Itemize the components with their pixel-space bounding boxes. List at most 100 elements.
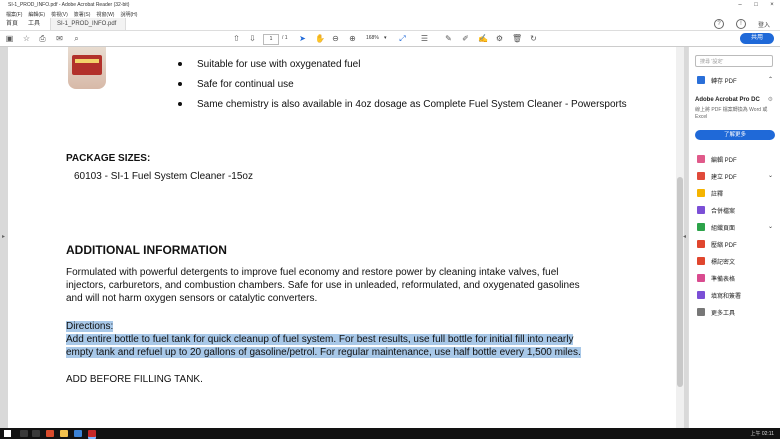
select-cursor-icon[interactable]: ➤ — [298, 34, 307, 43]
tool-label: 註釋 — [711, 191, 724, 198]
page-up-icon[interactable]: ⇧ — [232, 34, 241, 43]
bullet-item-3: Same chemistry is also available in 4oz … — [178, 99, 627, 110]
organize-expand-icon[interactable]: ⌄ — [768, 223, 773, 230]
pdf-page: Suitable for use with oxygenated fuel Sa… — [8, 47, 676, 428]
package-item: 60103 - SI-1 Fuel System Cleaner -15oz — [74, 171, 253, 182]
mail-icon[interactable]: ✉ — [55, 34, 64, 43]
task-view-icon[interactable] — [32, 430, 40, 437]
left-panel-toggle-icon[interactable]: ▸ — [2, 233, 5, 240]
help-icon[interactable]: ? — [713, 19, 724, 29]
directions-label: Directions: — [66, 320, 114, 333]
right-panel-toggle-icon[interactable]: ◂ — [683, 233, 686, 240]
bullet-item-1: Suitable for use with oxygenated fuel — [178, 59, 360, 70]
zoom-in-icon[interactable]: ⊕ — [348, 34, 357, 43]
scroll-mode-icon[interactable]: ☰ — [420, 34, 429, 43]
close-window-button[interactable]: × — [764, 0, 780, 10]
menu-sign[interactable]: 簽署(S) — [74, 11, 91, 18]
promo-description: 線上將 PDF 檔案轉換為 Word 或 Excel — [695, 107, 768, 120]
comment-icon[interactable]: ✎ — [444, 34, 453, 43]
more-tools-icon — [697, 308, 705, 316]
browser-taskbar-icon[interactable] — [46, 430, 54, 437]
page-number-input[interactable]: 1 — [263, 34, 279, 45]
search-icon[interactable]: ⌕ — [72, 34, 81, 43]
highlight-icon[interactable]: ✐ — [461, 34, 470, 43]
window-controls: – □ × — [732, 0, 780, 10]
zoom-out-icon[interactable]: ⊖ — [331, 34, 340, 43]
create-pdf-icon — [697, 172, 705, 180]
create-pdf-expand-icon[interactable]: ⌄ — [768, 172, 773, 179]
login-link[interactable]: 登入 — [758, 20, 770, 29]
title-bar: SI-1_PROD_INFO.pdf - Adobe Acrobat Reade… — [0, 0, 780, 10]
tab-home[interactable]: 首頁 — [0, 18, 24, 30]
directions-line-2: empty tank and refuel up to 20 gallons o… — [66, 346, 581, 359]
taskbar: 上午 02:11 — [0, 428, 780, 439]
tool-item-comment[interactable]: 註釋 — [697, 188, 777, 198]
export-pdf-item[interactable]: 轉存 PDF — [697, 75, 777, 85]
tool-item-create-pdf[interactable]: 建立 PDF — [697, 171, 777, 181]
menu-edit[interactable]: 編輯(E) — [28, 11, 45, 18]
promo-title: Adobe Acrobat Pro DC — [695, 97, 760, 103]
directions-line-2-text: empty tank and refuel up to 20 gallons o… — [66, 347, 581, 358]
edit-pdf-icon — [697, 155, 705, 163]
bullet-dot — [178, 62, 182, 67]
tools-pane: 搜尋 '設定' 轉存 PDF ⌃ Adobe Acrobat Pro DC ⚙ … — [688, 47, 780, 428]
hand-icon[interactable]: ✋ — [315, 34, 325, 43]
menu-help[interactable]: 說明(H) — [120, 11, 137, 18]
tools-search-input[interactable]: 搜尋 '設定' — [695, 55, 773, 67]
tool-label: 更多工具 — [711, 310, 736, 317]
menu-window[interactable]: 視窗(W) — [96, 11, 114, 18]
tool-item-fill-sign[interactable]: 填寫和簽署 — [697, 290, 777, 300]
print-icon[interactable]: ⎙ — [38, 34, 47, 43]
compress-pdf-icon — [697, 240, 705, 248]
promo-settings-icon[interactable]: ⚙ — [768, 96, 773, 103]
bullet-dot — [178, 82, 182, 87]
product-label — [72, 55, 102, 75]
search-taskbar-icon[interactable] — [20, 430, 28, 437]
tool-item-redact[interactable]: 標記密文 — [697, 256, 777, 266]
tool-item-more-tools[interactable]: 更多工具 — [697, 307, 777, 317]
tool-label: 組織頁面 — [711, 225, 736, 232]
additional-info-heading: ADDITIONAL INFORMATION — [66, 243, 227, 257]
redact-icon — [697, 257, 705, 265]
learn-more-button[interactable]: 了解更多 — [695, 130, 775, 140]
fit-page-icon[interactable]: ⤢ — [398, 34, 407, 43]
tab-tools[interactable]: 工具 — [22, 18, 46, 30]
comment-tool-icon — [697, 189, 705, 197]
tab-document[interactable]: SI-1_PROD_INFO.pdf × — [50, 18, 126, 39]
page-down-icon[interactable]: ⇩ — [248, 34, 257, 43]
app-taskbar-icon[interactable] — [74, 430, 82, 437]
toolbar: ▣ ☆ ⎙ ✉ ⌕ ⇧ ⇩ 1 / 1 ➤ ✋ ⊖ ⊕ 168% ▾ ⤢ ☰ ✎… — [0, 31, 780, 47]
taskbar-clock[interactable]: 上午 02:11 — [750, 430, 774, 437]
stamp-icon[interactable]: ⚙ — [495, 34, 504, 43]
explorer-taskbar-icon[interactable] — [60, 430, 68, 437]
tool-item-prepare-form[interactable]: 準備表格 — [697, 273, 777, 283]
rotate-icon[interactable]: ↻ — [529, 34, 538, 43]
start-button-icon[interactable] — [4, 430, 11, 437]
save-icon[interactable]: ▣ — [5, 34, 14, 43]
export-pdf-label: 轉存 PDF — [711, 78, 737, 85]
info-line-1: Formulated with powerful detergents to i… — [66, 267, 559, 278]
directions-line-1: Add entire bottle to fuel tank for quick… — [66, 333, 574, 346]
tool-item-organize[interactable]: 組織頁面 — [697, 222, 777, 232]
export-pdf-collapse-icon[interactable]: ⌃ — [768, 76, 773, 83]
tool-item-compress[interactable]: 壓縮 PDF — [697, 239, 777, 249]
bookmark-star-icon[interactable]: ☆ — [22, 34, 31, 43]
notification-icon[interactable]: ! — [735, 19, 746, 29]
acrobat-taskbar-icon[interactable] — [88, 430, 96, 437]
maximize-button[interactable]: □ — [748, 0, 764, 10]
product-image — [68, 47, 106, 89]
menu-file[interactable]: 檔案(F) — [6, 11, 22, 18]
minimize-button[interactable]: – — [732, 0, 748, 10]
product-stripe — [75, 59, 99, 63]
share-button[interactable]: 共用 — [740, 33, 774, 44]
delete-icon[interactable]: 🗑 — [512, 34, 522, 43]
tool-item-combine[interactable]: 合併檔案 — [697, 205, 777, 215]
tool-item-edit-pdf[interactable]: 編輯 PDF — [697, 154, 777, 164]
zoom-level[interactable]: 168% — [366, 35, 379, 41]
menu-view[interactable]: 檢視(V) — [51, 11, 68, 18]
draw-icon[interactable]: ✍ — [478, 34, 488, 43]
tool-label: 壓縮 PDF — [711, 242, 737, 249]
scrollbar-thumb[interactable] — [677, 177, 683, 387]
zoom-dropdown-icon[interactable]: ▾ — [384, 35, 387, 41]
page-total: / 1 — [282, 35, 288, 41]
